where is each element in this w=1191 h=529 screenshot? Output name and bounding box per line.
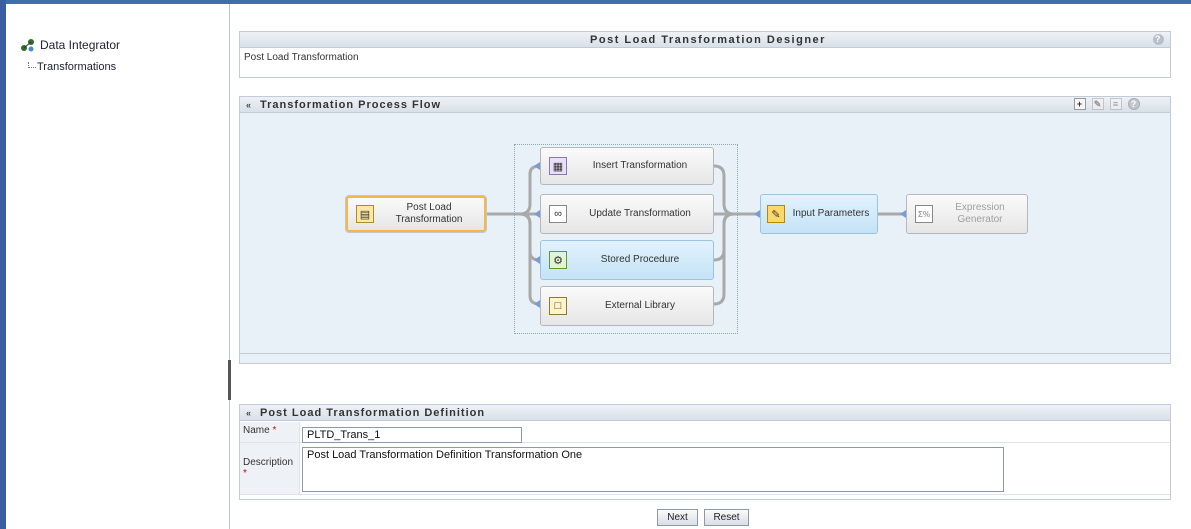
definition-title: Post Load Transformation Definition — [260, 406, 486, 419]
collapse-icon[interactable]: « — [246, 408, 256, 418]
node-label: External Library — [604, 300, 676, 311]
node-insert-transformation[interactable]: ▦ Insert Transformation — [540, 147, 714, 185]
description-label: Description * — [240, 443, 300, 494]
list-icon[interactable]: ≡ — [1110, 98, 1122, 110]
tree-connector — [28, 62, 36, 68]
sidebar-item-label: Transformations — [37, 61, 117, 73]
post-load-icon: ▤ — [356, 205, 374, 223]
node-label: Update Transformation — [589, 208, 691, 219]
process-flow-header: « Transformation Process Flow + ✎ ≡ ? — [240, 97, 1170, 113]
description-field[interactable]: Post Load Transformation Definition Tran… — [302, 447, 1004, 492]
process-flow-panel: « Transformation Process Flow + ✎ ≡ ? ▤ … — [239, 96, 1171, 364]
node-post-load-transformation[interactable]: ▤ Post Load Transformation — [346, 196, 486, 232]
page-title: Post Load Transformation Designer — [590, 33, 826, 46]
name-field[interactable]: PLTD_Trans_1 — [302, 427, 522, 443]
collapse-icon[interactable]: « — [246, 100, 256, 110]
input-parameters-icon: ✎ — [767, 205, 785, 223]
sidebar-root-item[interactable]: Data Integrator — [20, 38, 120, 52]
node-label: Insert Transformation — [592, 160, 688, 171]
insert-icon: ▦ — [549, 157, 567, 175]
node-update-transformation[interactable]: ∞ Update Transformation — [540, 194, 714, 234]
sidebar: Data Integrator Transformations — [6, 4, 230, 529]
designer-header: Post Load Transformation Designer ? — [240, 32, 1170, 48]
next-button[interactable]: Next — [657, 509, 698, 526]
designer-subtitle: Post Load Transformation — [244, 52, 359, 63]
add-icon[interactable]: + — [1074, 98, 1086, 110]
node-label: Expression Generator — [955, 202, 1005, 225]
reset-button[interactable]: Reset — [704, 509, 749, 526]
help-icon[interactable]: ? — [1128, 98, 1140, 110]
required-mark: * — [243, 468, 247, 479]
required-mark: * — [272, 425, 277, 436]
node-label: Post Load Transformation — [395, 202, 463, 225]
node-expression-generator[interactable]: Σ% Expression Generator — [906, 194, 1028, 234]
stored-procedure-icon: ⚙ — [549, 251, 567, 269]
expression-icon: Σ% — [915, 205, 933, 223]
data-integrator-icon — [21, 39, 34, 52]
node-label: Input Parameters — [792, 208, 870, 219]
edit-icon[interactable]: ✎ — [1092, 98, 1104, 110]
sidebar-root-label: Data Integrator — [40, 38, 121, 52]
flow-toolbar: + ✎ ≡ ? — [1074, 98, 1140, 110]
sidebar-item-transformations[interactable]: Transformations — [28, 61, 116, 73]
name-label-text: Name — [243, 425, 270, 436]
definition-header: « Post Load Transformation Definition — [240, 405, 1170, 421]
name-label: Name * — [240, 422, 300, 442]
node-label: Stored Procedure — [600, 254, 680, 265]
node-input-parameters[interactable]: ✎ Input Parameters — [760, 194, 878, 234]
process-flow-title: Transformation Process Flow — [260, 98, 442, 111]
description-label-text: Description — [243, 457, 294, 468]
node-stored-procedure[interactable]: ⚙ Stored Procedure — [540, 240, 714, 280]
help-icon[interactable]: ? — [1153, 34, 1164, 45]
process-flow-footer — [240, 353, 1170, 363]
splitter-handle[interactable] — [228, 360, 231, 400]
node-external-library[interactable]: □ External Library — [540, 286, 714, 326]
folder-icon: □ — [549, 297, 567, 315]
designer-panel: Post Load Transformation Designer ? Post… — [239, 31, 1171, 78]
main-content: Post Load Transformation Designer ? Post… — [233, 4, 1191, 529]
definition-panel: « Post Load Transformation Definition Na… — [239, 404, 1171, 500]
flow-canvas: ▤ Post Load Transformation ▦ Insert Tran… — [240, 114, 1170, 351]
update-icon: ∞ — [549, 205, 567, 223]
